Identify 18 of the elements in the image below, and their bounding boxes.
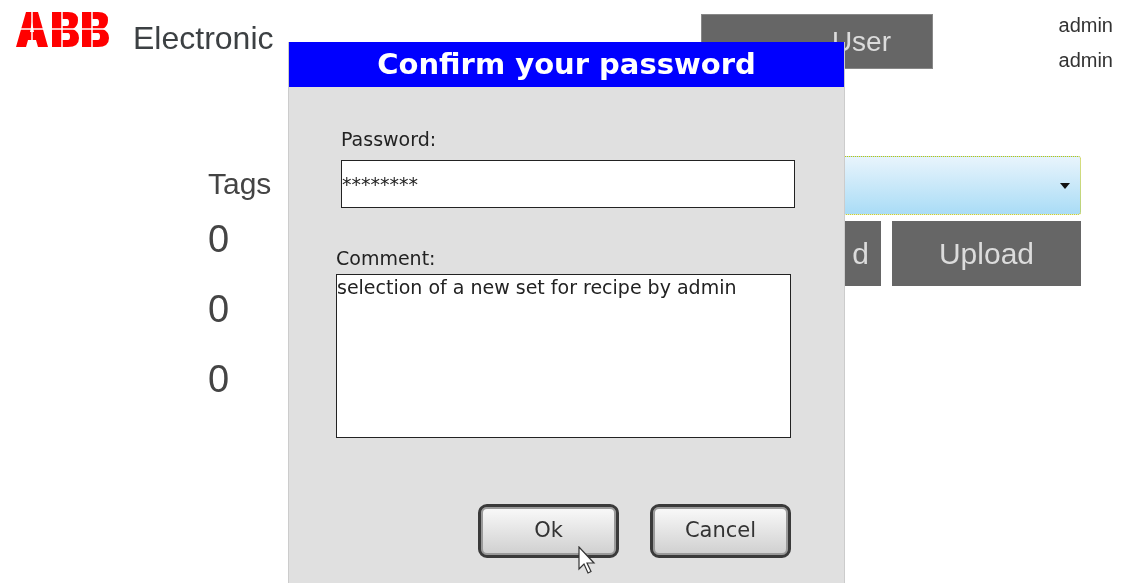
company-logo-icon [16, 12, 112, 47]
dialog-button[interactable]: Ok [478, 504, 619, 558]
mouse-pointer-icon [578, 546, 596, 574]
page-title: Electronic [133, 20, 274, 56]
user-name: admin [1058, 13, 1113, 38]
password-field[interactable]: ******** [341, 160, 795, 208]
tag-value: 0 [208, 357, 231, 402]
dialog-button[interactable]: Cancel [650, 504, 791, 558]
tag-value: 0 [208, 217, 231, 262]
dialog-title: Confirm your password [289, 42, 844, 87]
action-button[interactable]: Upload [892, 221, 1081, 286]
tags-label: Tags [208, 166, 272, 202]
comment-field[interactable]: selection of a new set for recipe by admin [336, 274, 791, 438]
comment-label: Comment: [336, 246, 437, 270]
caret-icon [1060, 182, 1070, 189]
tag-value: 0 [208, 287, 231, 332]
password-label: Password: [341, 127, 438, 151]
user-name: admin [1058, 48, 1113, 73]
